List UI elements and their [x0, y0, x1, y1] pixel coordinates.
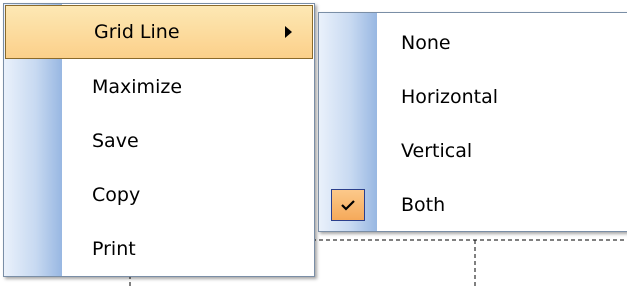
submenu-item-none[interactable]: None — [319, 16, 627, 70]
menu-item-label: Horizontal — [401, 86, 499, 108]
menu-item-grid-line[interactable]: Grid Line — [5, 5, 313, 59]
menu-item-save[interactable]: Save — [4, 114, 314, 168]
menu-item-label: Copy — [92, 184, 141, 206]
submenu-item-vertical[interactable]: Vertical — [319, 124, 627, 178]
menu-item-label: Grid Line — [94, 21, 180, 43]
context-menu: Grid Line Maximize Save Copy Print — [3, 3, 315, 277]
menu-item-label: None — [401, 32, 451, 54]
menu-item-copy[interactable]: Copy — [4, 168, 314, 222]
submenu-item-horizontal[interactable]: Horizontal — [319, 70, 627, 124]
checkmark-icon — [331, 189, 365, 221]
grid-line-submenu: None Horizontal Vertical Both — [318, 12, 627, 232]
menu-item-label: Both — [401, 194, 446, 216]
submenu-item-both[interactable]: Both — [319, 178, 627, 232]
menu-item-label: Maximize — [92, 76, 183, 98]
menu-item-label: Print — [92, 238, 136, 260]
menu-item-label: Save — [92, 130, 139, 152]
menu-item-maximize[interactable]: Maximize — [4, 60, 314, 114]
chevron-right-icon — [285, 26, 292, 38]
menu-item-print[interactable]: Print — [4, 222, 314, 276]
menu-item-label: Vertical — [401, 140, 473, 162]
